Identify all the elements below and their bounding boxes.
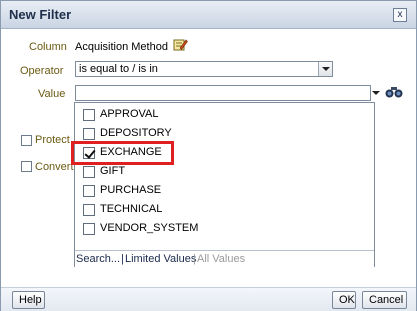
dialog-button-bar: Help OK Cancel [1, 287, 416, 311]
ok-button[interactable]: OK [332, 291, 356, 309]
footer-separator: | [121, 253, 124, 265]
option-checkbox[interactable] [83, 204, 95, 216]
option-label: TECHNICAL [100, 203, 163, 215]
all-values-link[interactable]: All Values [197, 253, 245, 265]
value-label: Value [38, 88, 66, 100]
edit-pencil-icon[interactable] [173, 38, 188, 52]
convert-label: Convert [35, 161, 74, 173]
value-options-list: APPROVAL DEPOSITORY EXCHANGE GIFT PURCHA… [71, 103, 374, 250]
binoculars-icon[interactable] [385, 85, 403, 99]
option-checkbox[interactable] [83, 109, 95, 121]
operator-select[interactable]: is equal to / is in [75, 61, 333, 77]
option-label: DEPOSITORY [100, 127, 172, 139]
column-value: Acquisition Method [75, 41, 168, 53]
option-label: APPROVAL [100, 108, 159, 120]
option-checkbox[interactable] [83, 166, 95, 178]
close-icon[interactable]: x [393, 8, 407, 22]
option-checkbox[interactable] [83, 223, 95, 235]
dialog-titlebar: New Filter x [1, 1, 416, 29]
column-label: Column [29, 41, 67, 53]
option-checkbox[interactable] [83, 185, 95, 197]
new-filter-dialog: New Filter x Column Acquisition Method O… [0, 0, 417, 311]
limited-values-link[interactable]: Limited Values [125, 253, 196, 265]
footer-separator: | [193, 253, 196, 265]
option-label: PURCHASE [100, 184, 162, 196]
operator-label: Operator [20, 65, 64, 77]
search-link[interactable]: Search... [76, 253, 120, 265]
value-input[interactable] [75, 85, 371, 101]
option-checkbox[interactable] [83, 128, 95, 140]
help-button[interactable]: Help [12, 291, 45, 309]
popup-footer: Search... | Limited Values | All Values [75, 250, 374, 267]
value-dropdown-popup: APPROVAL DEPOSITORY EXCHANGE GIFT PURCHA… [71, 102, 375, 267]
option-label: GIFT [100, 165, 126, 177]
protect-label: Protect [35, 134, 70, 146]
convert-checkbox[interactable] [21, 161, 32, 172]
dialog-title: New Filter [9, 7, 72, 22]
chevron-down-icon[interactable] [371, 87, 381, 99]
option-label: VENDOR_SYSTEM [100, 222, 199, 234]
protect-checkbox[interactable] [21, 135, 32, 146]
highlight-annotation-box [71, 141, 174, 165]
cancel-button[interactable]: Cancel [362, 291, 407, 309]
chevron-down-icon[interactable] [318, 62, 332, 76]
operator-selected-value: is equal to / is in [79, 63, 158, 75]
